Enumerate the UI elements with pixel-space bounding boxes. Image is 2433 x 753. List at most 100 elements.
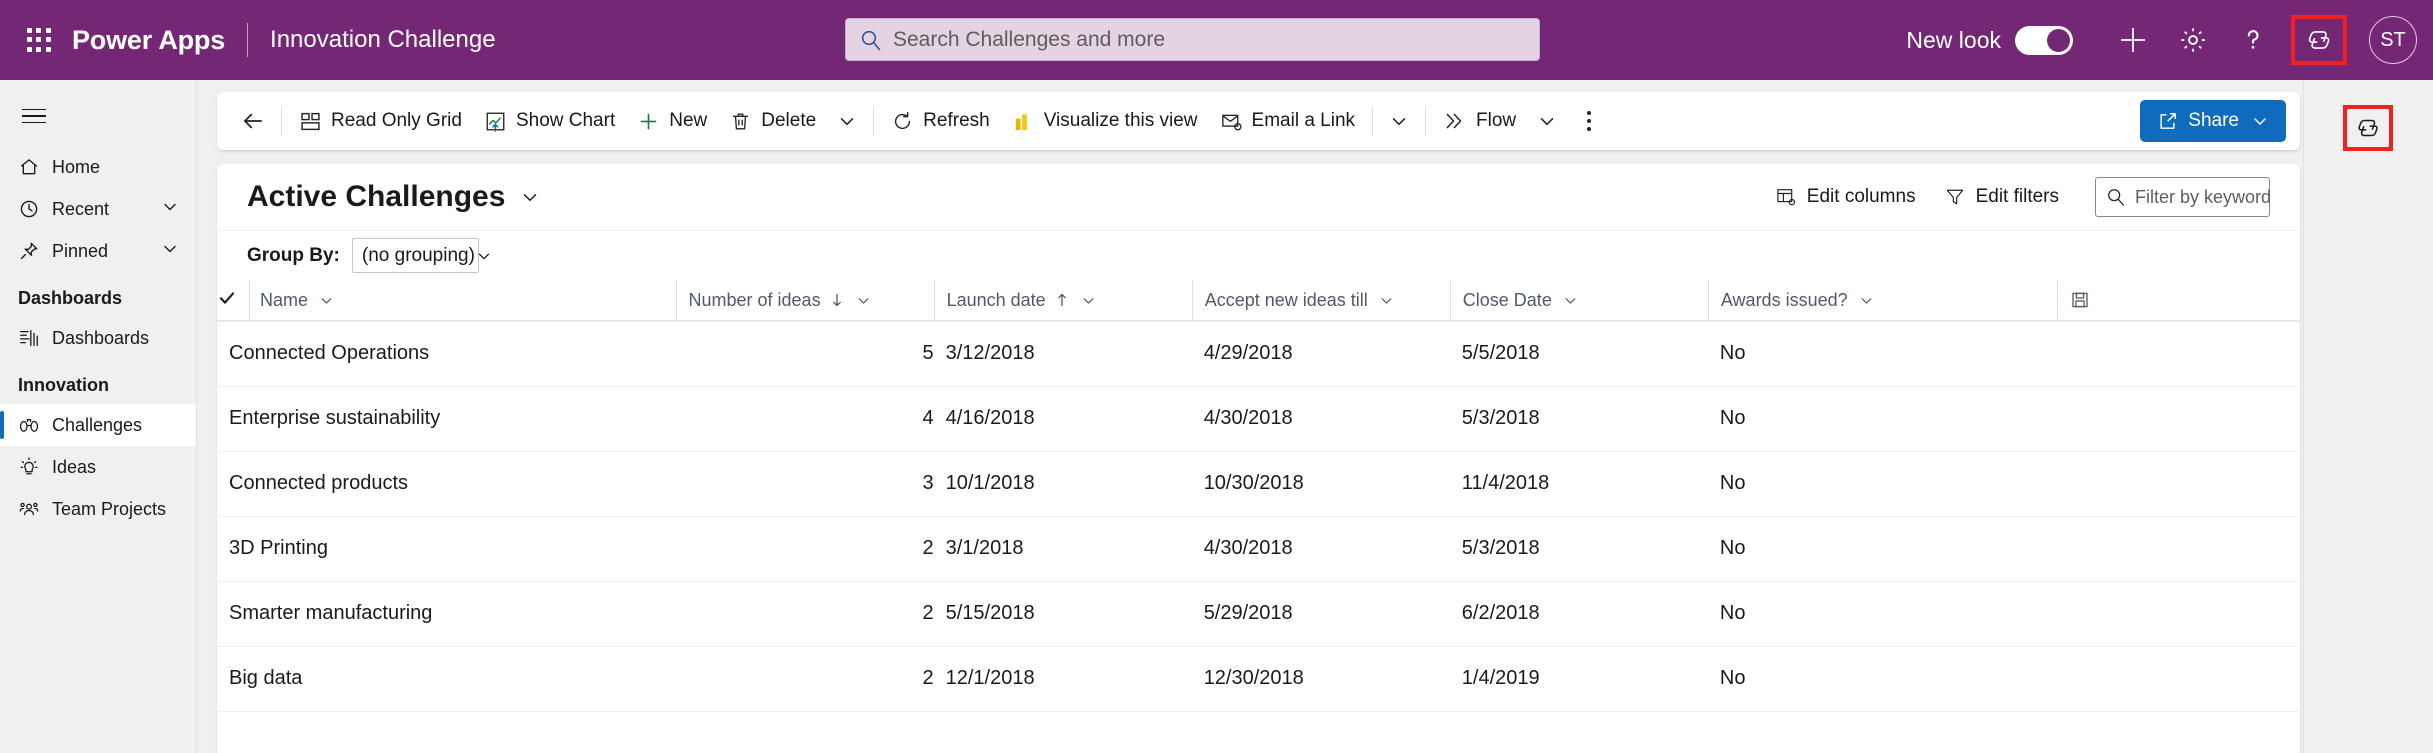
global-search-placeholder: Search Challenges and more <box>893 27 1165 51</box>
app-launcher-icon[interactable] <box>22 23 56 57</box>
more-commands-button[interactable] <box>1567 100 1611 142</box>
sidebar-item-challenges[interactable]: Challenges <box>0 404 196 446</box>
cell-close-date: 1/4/2019 <box>1449 646 1708 712</box>
sidebar-item-team-projects[interactable]: Team Projects <box>0 488 196 530</box>
cell-actions <box>2057 581 2300 647</box>
cell-actions <box>2057 451 2300 517</box>
power-apps-window: Power Apps Innovation Challenge Search C… <box>0 0 2433 753</box>
new-record-button[interactable]: New <box>626 100 718 142</box>
refresh-icon <box>891 110 914 133</box>
help-icon[interactable] <box>2223 10 2283 70</box>
app-name[interactable]: Innovation Challenge <box>270 26 496 54</box>
lightbulb-icon <box>18 456 46 478</box>
column-header-awards-issued[interactable]: Awards issued? <box>1707 280 2058 322</box>
column-header-actions <box>2057 280 2300 322</box>
table-row[interactable]: Connected products 3 10/1/2018 10/30/201… <box>217 451 2300 517</box>
sort-descending-icon <box>829 292 845 308</box>
sidebar-item-recent[interactable]: Recent <box>0 188 196 230</box>
edit-columns-label: Edit columns <box>1806 186 1916 207</box>
column-header-number-of-ideas[interactable]: Number of ideas <box>675 280 934 322</box>
cell-name[interactable]: 3D Printing <box>217 516 676 582</box>
show-chart-button[interactable]: Show Chart <box>473 100 626 142</box>
brand-title[interactable]: Power Apps <box>72 25 225 56</box>
email-icon <box>1220 110 1243 133</box>
people-icon <box>18 498 46 520</box>
cell-name[interactable]: Big data <box>217 646 676 712</box>
new-button[interactable] <box>2103 10 2163 70</box>
chevron-down-icon[interactable] <box>1858 292 1875 309</box>
home-icon <box>18 156 46 178</box>
save-icon[interactable] <box>2070 290 2090 310</box>
cell-number-of-ideas: 4 <box>675 386 934 452</box>
hamburger-menu-icon[interactable] <box>10 92 58 140</box>
delete-overflow-chevron[interactable] <box>827 100 867 142</box>
select-all-header[interactable]: Name <box>217 280 676 322</box>
flow-button[interactable]: Flow <box>1432 100 1527 142</box>
chevron-down-icon[interactable] <box>1562 292 1579 309</box>
email-overflow-chevron[interactable] <box>1379 100 1419 142</box>
sidebar-item-label: Home <box>52 156 101 177</box>
email-a-link-button[interactable]: Email a Link <box>1209 100 1367 142</box>
cell-launch-date: 12/1/2018 <box>933 646 1192 712</box>
cell-name[interactable]: Connected Operations <box>217 321 676 387</box>
chevron-down-icon[interactable] <box>2250 111 2270 131</box>
global-search-input[interactable]: Search Challenges and more <box>845 18 1540 61</box>
table-body: Connected Operations 5 3/12/2018 4/29/20… <box>217 321 2300 712</box>
sidebar-item-ideas[interactable]: Ideas <box>0 446 196 488</box>
settings-gear-icon[interactable] <box>2163 10 2223 70</box>
refresh-button[interactable]: Refresh <box>880 100 1001 142</box>
table-row[interactable]: Smarter manufacturing 2 5/15/2018 5/29/2… <box>217 581 2300 647</box>
chevron-down-icon[interactable] <box>160 239 180 264</box>
copilot-icon-header[interactable] <box>2291 15 2347 65</box>
cell-close-date: 11/4/2018 <box>1449 451 1708 517</box>
table-row[interactable]: Enterprise sustainability 4 4/16/2018 4/… <box>217 386 2300 452</box>
flow-chevron[interactable] <box>1527 100 1567 142</box>
sidebar-item-pinned[interactable]: Pinned <box>0 230 196 272</box>
edit-columns-button[interactable]: Edit columns <box>1761 177 1930 217</box>
cell-awards-issued: No <box>1707 581 2058 647</box>
table-row[interactable]: Big data 2 12/1/2018 12/30/2018 1/4/2019… <box>217 646 2300 712</box>
sidebar-item-dashboards[interactable]: Dashboards <box>0 317 196 359</box>
cell-accept-new-ideas-till: 10/30/2018 <box>1191 451 1450 517</box>
column-header-name[interactable]: Name <box>249 280 335 320</box>
command-label: Refresh <box>923 110 990 131</box>
share-button[interactable]: Share <box>2140 100 2286 142</box>
group-by-select[interactable]: (no grouping) <box>351 238 490 273</box>
cell-awards-issued: No <box>1707 646 2058 712</box>
cell-name[interactable]: Smarter manufacturing <box>217 581 676 647</box>
visualize-this-view-button[interactable]: Visualize this view <box>1001 100 1209 142</box>
table-row[interactable]: Connected Operations 5 3/12/2018 4/29/20… <box>217 321 2300 387</box>
filter-by-keyword-input[interactable]: Filter by keyword <box>2095 177 2271 217</box>
table-row[interactable]: 3D Printing 2 3/1/2018 4/30/2018 5/3/201… <box>217 516 2300 582</box>
chevron-down-icon[interactable] <box>318 292 335 309</box>
chevron-down-icon[interactable] <box>160 197 180 222</box>
chevron-down-icon[interactable] <box>855 292 872 309</box>
cell-awards-issued: No <box>1707 321 2058 387</box>
delete-button[interactable]: Delete <box>718 100 827 142</box>
cell-actions <box>2057 646 2300 712</box>
cell-accept-new-ideas-till: 4/30/2018 <box>1191 386 1450 452</box>
column-header-accept-new-ideas-till[interactable]: Accept new ideas till <box>1191 280 1450 322</box>
column-header-close-date[interactable]: Close Date <box>1449 280 1708 322</box>
back-button[interactable] <box>231 99 275 143</box>
column-header-launch-date[interactable]: Launch date <box>933 280 1192 322</box>
view-selector-chevron-icon[interactable] <box>519 186 541 208</box>
sidebar-item-home[interactable]: Home <box>0 146 196 188</box>
checkmark-icon[interactable] <box>217 288 237 313</box>
new-look-toggle[interactable] <box>2015 25 2073 55</box>
cell-name[interactable]: Enterprise sustainability <box>217 386 676 452</box>
cell-launch-date: 5/15/2018 <box>933 581 1192 647</box>
sort-ascending-icon <box>1054 292 1070 308</box>
view-header: Active Challenges Edit columns Edit filt… <box>217 164 2300 230</box>
cell-name[interactable]: Connected products <box>217 451 676 517</box>
read-only-grid-button[interactable]: Read Only Grid <box>288 100 473 142</box>
user-avatar[interactable]: ST <box>2369 16 2417 64</box>
command-label: Visualize this view <box>1043 110 1198 131</box>
copilot-icon-rail[interactable] <box>2343 105 2393 151</box>
chevron-down-icon[interactable] <box>1080 292 1097 309</box>
chevron-down-icon[interactable] <box>1378 292 1395 309</box>
edit-filters-button[interactable]: Edit filters <box>1930 177 2073 217</box>
share-label: Share <box>2188 110 2239 131</box>
view-tools: Edit columns Edit filters Filter by keyw… <box>1761 177 2271 217</box>
flow-icon <box>1443 109 1467 133</box>
